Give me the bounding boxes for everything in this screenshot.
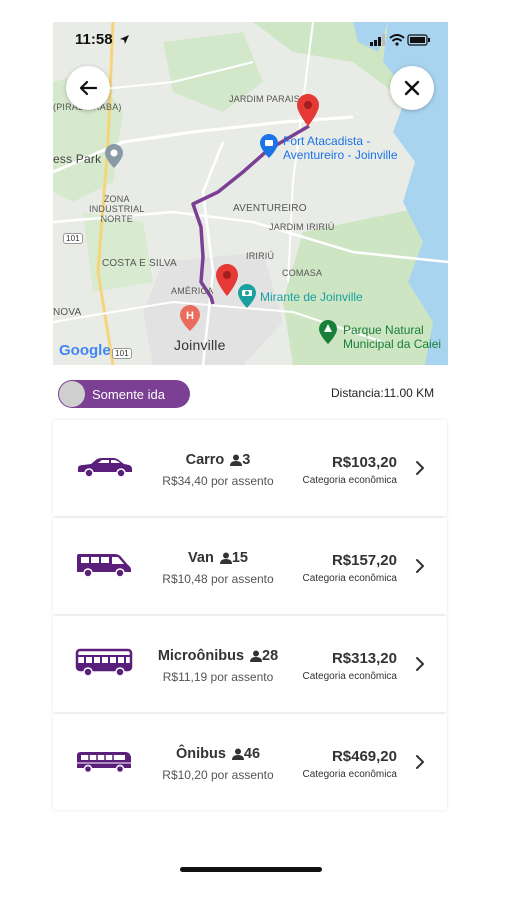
vehicle-name: Microônibus 28	[143, 648, 293, 664]
toggle-label: Somente ida	[92, 387, 165, 402]
vehicle-name-text: Carro	[185, 452, 225, 468]
total-price: R$103,20	[331, 454, 397, 471]
seat-count: 28	[262, 648, 279, 664]
seat-count: 3	[242, 452, 251, 468]
map-label-jardim-paraiso: JARDIM PARAISO	[229, 94, 308, 104]
status-bar: 11:58	[53, 22, 448, 56]
map-label-aventureiro: AVENTUREIRO	[233, 203, 307, 214]
chevron-right-icon	[416, 461, 424, 475]
hospital-pin-icon: H	[180, 305, 200, 331]
person-icon	[231, 748, 244, 760]
route-map[interactable]: (PIRABEIRABA) JARDIM PARAISO ess Park ZO…	[53, 22, 448, 365]
tree-pin-icon[interactable]	[319, 320, 337, 344]
google-logo-text: Google	[59, 342, 111, 359]
seat-count: 15	[231, 550, 248, 566]
map-label-joinville: Joinville	[174, 337, 226, 353]
seat-price: R$11,19 por assento	[162, 670, 274, 684]
map-label-iririu: IRIRIÚ	[246, 251, 275, 261]
seat-price: R$10,20 por assento	[162, 768, 274, 782]
google-logo: Google	[59, 342, 111, 359]
map-label-comasa: COMASA	[282, 268, 323, 278]
category-label: Categoria econômica	[302, 769, 398, 780]
road-shield-101-south: 101	[112, 348, 132, 359]
vehicle-option-microonibus[interactable]: Microônibus 28 R$11,19 por assento R$313,…	[53, 616, 447, 712]
close-button[interactable]	[390, 66, 434, 110]
total-price: R$469,20	[331, 748, 397, 765]
destination-pin-icon[interactable]	[297, 94, 319, 126]
vehicle-name-text: Van	[188, 550, 214, 566]
map-label-ess-park: ess Park	[53, 152, 102, 166]
chevron-right-icon	[416, 755, 424, 769]
svg-text:H: H	[186, 310, 194, 322]
vehicle-name: Van 15	[143, 550, 293, 566]
home-indicator[interactable]	[180, 867, 322, 872]
map-label-zona-industrial: ZONA INDUSTRIAL NORTE	[89, 194, 145, 224]
vehicle-name-text: Ônibus	[175, 746, 226, 762]
map-label-costa-e-silva: COSTA E SILVA	[102, 258, 177, 269]
status-time: 11:58	[75, 31, 113, 48]
vehicle-option-van[interactable]: Van 15 R$10,48 por assento R$157,20 Categ…	[53, 518, 447, 614]
category-label: Categoria econômica	[302, 573, 398, 584]
close-icon	[404, 80, 420, 96]
arrow-left-icon	[79, 80, 97, 96]
map-label-nova: NOVA	[53, 307, 82, 318]
total-price: R$157,20	[331, 552, 397, 569]
wifi-icon	[389, 34, 405, 46]
battery-icon	[407, 34, 430, 46]
map-label-america: AMÉRICA	[171, 286, 214, 296]
poi-mirante[interactable]: Mirante de Joinville	[260, 290, 363, 304]
park-pin-icon	[105, 144, 123, 168]
chevron-right-icon	[416, 657, 424, 671]
one-way-toggle[interactable]: Somente ida	[58, 380, 190, 408]
car-icon	[78, 458, 132, 478]
vehicle-option-onibus[interactable]: Ônibus 46 R$10,20 por assento R$469,20 Ca…	[53, 714, 447, 810]
back-button[interactable]	[66, 66, 110, 110]
vehicle-name: Ônibus 46	[143, 746, 293, 762]
camera-pin-icon[interactable]	[238, 284, 256, 308]
location-arrow-icon	[120, 35, 129, 44]
chevron-right-icon	[416, 559, 424, 573]
origin-pin-icon[interactable]	[216, 264, 238, 296]
van-icon	[77, 554, 131, 578]
road-shield-101: 101	[63, 233, 83, 244]
person-icon	[219, 552, 232, 564]
poi-parque[interactable]: Parque Natural Municipal da Caiei	[343, 323, 441, 351]
person-icon	[250, 650, 263, 662]
seat-price: R$10,48 por assento	[162, 572, 274, 586]
person-icon	[230, 454, 243, 466]
vehicle-option-carro[interactable]: Carro 3 R$34,40 por assento R$103,20 Cate…	[53, 420, 447, 516]
vehicle-name-text: Microônibus	[157, 648, 245, 664]
seat-price: R$34,40 por assento	[162, 474, 274, 488]
seat-count: 46	[243, 746, 261, 762]
map-label-jardim-iririu: JARDIM IRIRIÚ	[269, 222, 335, 232]
toggle-knob	[59, 381, 85, 407]
category-label: Categoria econômica	[302, 475, 398, 486]
poi-fort-atacadista[interactable]: Fort Atacadista - Aventureiro - Joinvill…	[283, 134, 398, 162]
status-icons	[370, 34, 430, 46]
minibus-icon	[75, 648, 133, 677]
category-label: Categoria econômica	[302, 671, 398, 682]
signal-icon	[370, 34, 385, 46]
total-price: R$313,20	[331, 650, 397, 667]
bus-icon	[77, 752, 131, 774]
vehicle-name: Carro 3	[143, 452, 293, 468]
distance-label: Distancia:11.00 KM	[331, 386, 435, 400]
shopping-pin-icon[interactable]	[260, 134, 278, 158]
